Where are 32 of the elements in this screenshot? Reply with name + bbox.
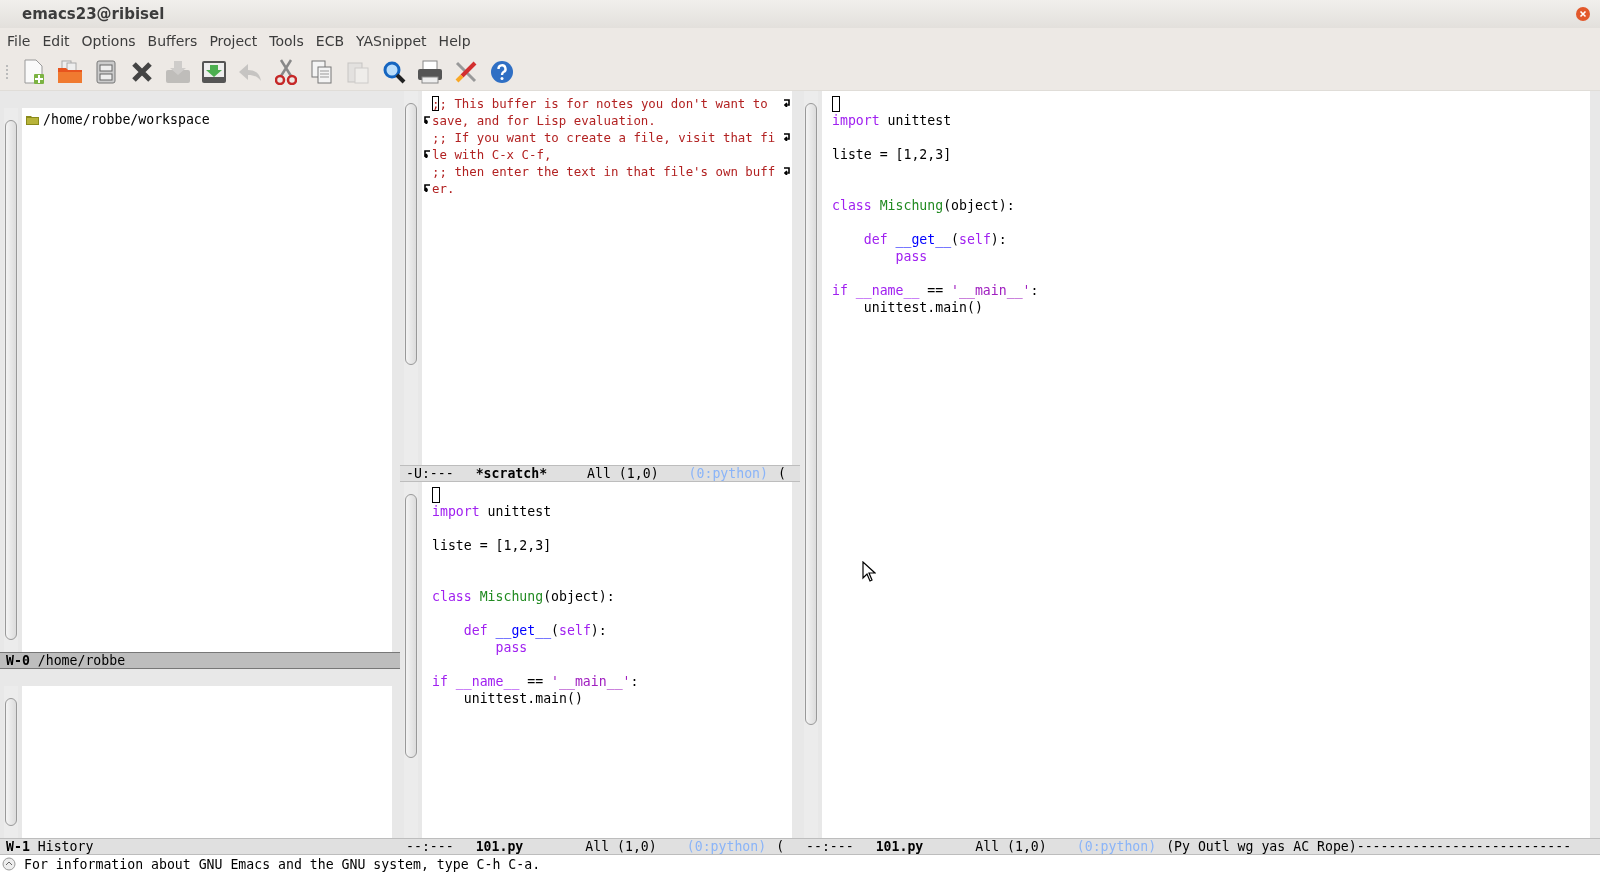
menu-item[interactable]: Help [433, 32, 478, 49]
menu-item[interactable]: Options [76, 32, 143, 49]
code-line: import unittest [832, 112, 952, 129]
comment-line: save, and for Lisp evaluation. [432, 112, 656, 129]
code-line: if __name__ == '__main__': [432, 673, 639, 690]
menu-item[interactable]: File [2, 32, 38, 49]
directory-item[interactable]: /home/robbe/workspace [43, 111, 210, 128]
code-line: class Mischung(object): [832, 197, 1015, 214]
code-line: unittest.main() [462, 690, 583, 707]
menu-item[interactable]: Tools [264, 32, 311, 49]
code-line: liste = [1,2,3] [432, 537, 552, 554]
code-line: pass [894, 248, 928, 265]
comment-line: le with C-x C-f, [432, 146, 552, 163]
menu-item[interactable]: YASnippet [351, 32, 434, 49]
comment-line: ;; If you want to create a file, visit that fi [432, 129, 776, 146]
menu-item[interactable]: Project [204, 32, 265, 49]
echo-area-message: For information about GNU Emacs and the GNU system, type C-h C-a. [24, 855, 541, 873]
code-line: def __get__(self): [862, 231, 1007, 248]
comment-line: ;; This buffer is for notes you don't want to [432, 95, 768, 112]
menu-item[interactable]: Buffers [142, 32, 205, 49]
code-line: import unittest [432, 503, 552, 520]
menu-item[interactable]: ECB [310, 32, 352, 49]
code-line: liste = [1,2,3] [832, 146, 952, 163]
code-line: def __get__(self): [462, 622, 607, 639]
window-title: emacs23@ribisel [22, 5, 165, 23]
code-line: pass [494, 639, 528, 656]
code-line: class Mischung(object): [432, 588, 615, 605]
comment-line: er. [432, 180, 455, 197]
code-line: unittest.main() [862, 299, 983, 316]
code-line: if __name__ == '__main__': [832, 282, 1039, 299]
comment-line: ;; then enter the text in that file's own buff [432, 163, 776, 180]
menu-item[interactable]: Edit [37, 32, 77, 49]
